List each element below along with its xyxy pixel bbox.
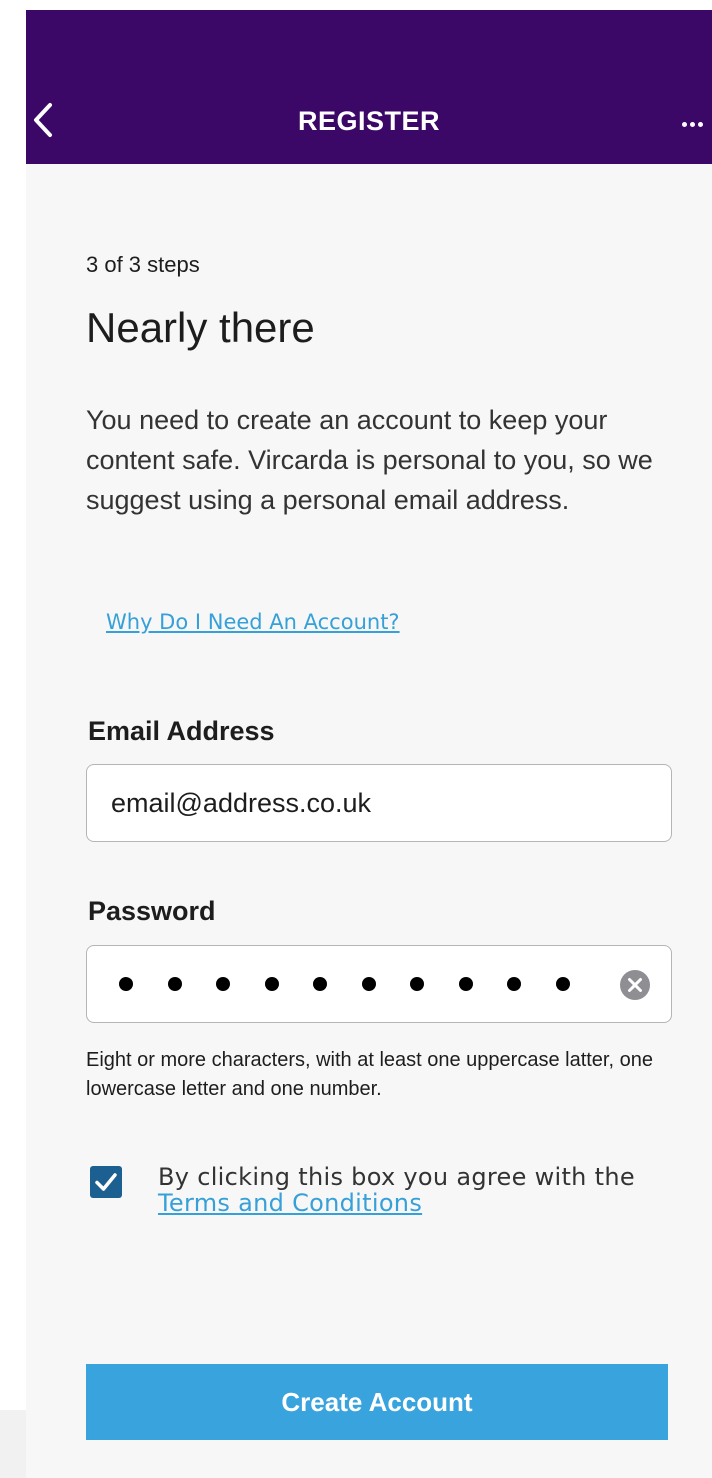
password-dot (264, 977, 279, 991)
create-account-button[interactable]: Create Account (86, 1364, 668, 1440)
password-mask (119, 946, 604, 1022)
terms-label: By clicking this box you agree with the (158, 1163, 635, 1191)
terms-text: By clicking this box you agree with the … (158, 1164, 678, 1216)
page-title: REGISTER (297, 106, 441, 136)
why-account-link[interactable]: Why Do I Need An Account? (106, 610, 400, 634)
clear-password-button[interactable] (619, 969, 651, 1001)
password-dot (507, 977, 521, 991)
password-dot (361, 977, 376, 991)
terms-checkbox[interactable] (90, 1166, 122, 1198)
password-dot (313, 977, 327, 991)
email-field[interactable] (87, 765, 671, 841)
clear-circle-icon (620, 970, 650, 1000)
password-dot (410, 977, 424, 991)
email-label: Email Address (88, 716, 275, 746)
app-screen: REGISTER 3 of 3 steps Nearly there You n… (26, 10, 712, 1478)
password-dot (555, 977, 570, 991)
form-heading: Nearly there (86, 304, 315, 351)
background-shade (0, 1410, 26, 1478)
more-horizontal-icon (682, 121, 687, 127)
password-dot (458, 977, 473, 991)
password-label: Password (88, 896, 216, 926)
password-field[interactable] (86, 945, 672, 1023)
app-header: REGISTER (26, 10, 712, 164)
checkmark-icon (95, 1173, 117, 1191)
password-dot (216, 977, 230, 991)
intro-text: You need to create an account to keep yo… (86, 405, 653, 515)
more-options-button[interactable] (682, 104, 712, 144)
terms-link[interactable]: Terms and Conditions (158, 1189, 422, 1217)
email-field-container (86, 764, 672, 842)
password-dot (119, 977, 133, 991)
password-hint: Eight or more characters, with at least … (86, 1049, 653, 1100)
password-dot (167, 977, 182, 991)
step-indicator: 3 of 3 steps (86, 252, 200, 277)
